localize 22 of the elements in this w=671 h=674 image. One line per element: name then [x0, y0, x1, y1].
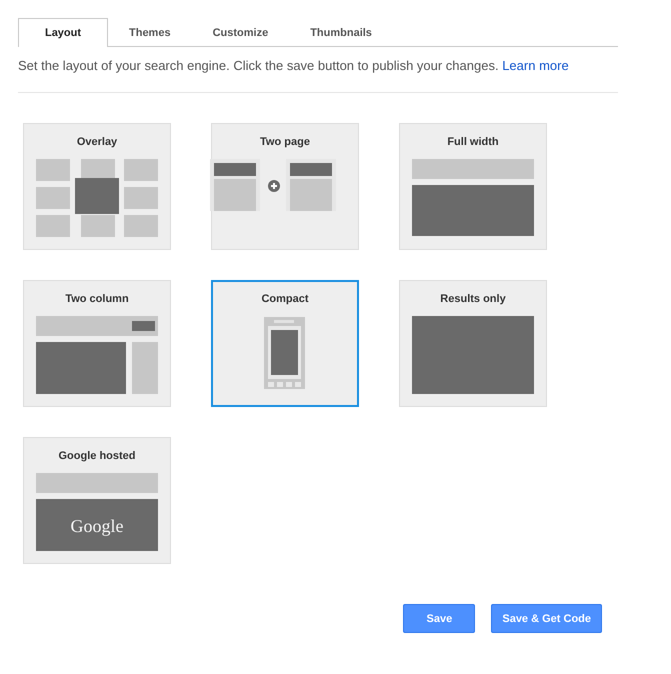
logo-text: Google [70, 516, 124, 536]
layout-option-card[interactable]: Google hosted Google [23, 437, 171, 564]
layout-option-title: Two page [260, 135, 310, 149]
layout-option-title: Two column [65, 292, 129, 306]
layout-option-title: Full width [447, 135, 499, 149]
description-text: Set the layout of your search engine. Click the save button to publish your changes. Learn more [18, 58, 570, 73]
tab[interactable]: Themes [108, 18, 192, 46]
layout-option-card[interactable]: Two column [23, 280, 171, 407]
layout-option-title: Google hosted [58, 449, 136, 463]
tab[interactable]: Layout [18, 18, 108, 47]
layout-option-title: Results only [440, 292, 506, 306]
layout-option-title: Compact [261, 292, 309, 306]
layout-option-card[interactable]: Results only [399, 280, 547, 407]
layout-option-card[interactable]: Two page [211, 123, 359, 250]
layout-option-title: Overlay [76, 135, 118, 149]
layout-option-card[interactable]: Compact [211, 280, 359, 407]
layout-option-card[interactable]: Full width [399, 123, 547, 250]
tab[interactable]: Thumbnails [289, 18, 393, 46]
learn-more-link[interactable]: Learn more [502, 58, 569, 73]
tab[interactable]: Customize [192, 18, 290, 46]
layout-option-card[interactable]: Overlay [23, 123, 171, 250]
layout-preview-drawing [264, 317, 305, 389]
